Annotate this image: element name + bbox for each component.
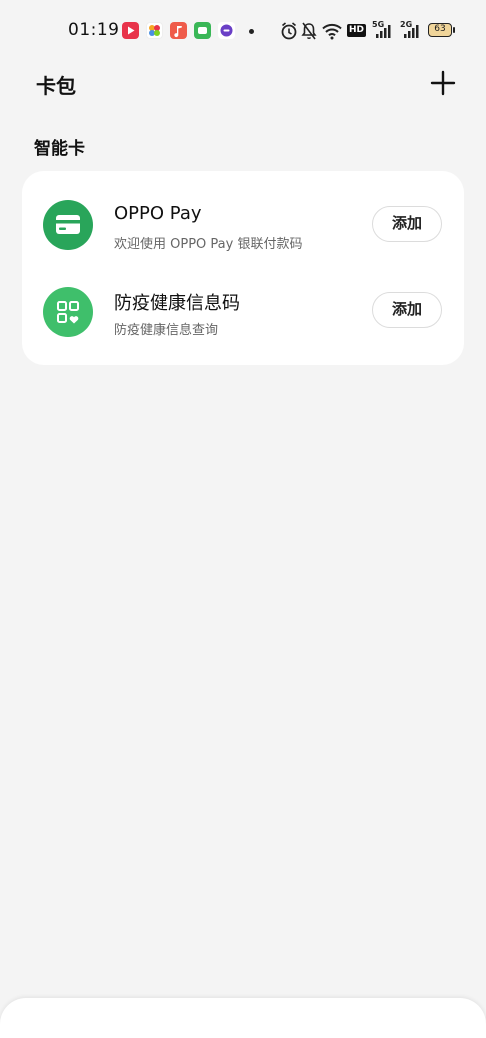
mute-bell-icon — [301, 22, 317, 40]
wifi-icon — [322, 23, 342, 40]
credit-card-icon — [43, 200, 93, 250]
smart-card-list: OPPO Pay 欢迎使用 OPPO Pay 银联付款码 添加 防疫健康信息码 … — [22, 171, 464, 365]
music-app-icon — [170, 22, 187, 39]
game-app-icon — [194, 22, 211, 39]
add-health-code-button[interactable]: 添加 — [372, 292, 442, 328]
video-app-icon — [122, 22, 139, 39]
list-item-oppo-pay[interactable]: OPPO Pay 欢迎使用 OPPO Pay 银联付款码 添加 — [22, 187, 464, 267]
list-item-health-code[interactable]: 防疫健康信息码 防疫健康信息查询 添加 — [22, 273, 464, 353]
photos-app-icon — [146, 22, 163, 39]
card-title: 防疫健康信息码 — [114, 293, 240, 314]
more-notifications-dot — [249, 29, 254, 34]
battery-level: 63 — [434, 24, 446, 34]
card-subtitle: 欢迎使用 OPPO Pay 银联付款码 — [114, 237, 303, 252]
section-title: 智能卡 — [34, 139, 85, 159]
status-time: 01:19 — [68, 20, 120, 40]
alarm-icon — [281, 22, 297, 40]
card-subtitle: 防疫健康信息查询 — [114, 323, 219, 338]
add-oppo-pay-button[interactable]: 添加 — [372, 206, 442, 242]
bottom-sheet — [0, 998, 486, 1038]
hd-badge: HD — [347, 24, 367, 37]
chat-app-icon — [218, 22, 235, 39]
plus-icon — [430, 70, 456, 96]
signal-icon-2 — [404, 25, 419, 38]
status-bar: 01:19 HD 5G 2G 63 — [0, 0, 486, 62]
add-card-button[interactable] — [428, 68, 458, 98]
signal-icon — [376, 25, 391, 38]
card-title: OPPO Pay — [114, 203, 202, 224]
battery-icon: 63 — [428, 23, 455, 37]
page-title: 卡包 — [36, 74, 76, 98]
health-qr-icon — [43, 287, 93, 337]
